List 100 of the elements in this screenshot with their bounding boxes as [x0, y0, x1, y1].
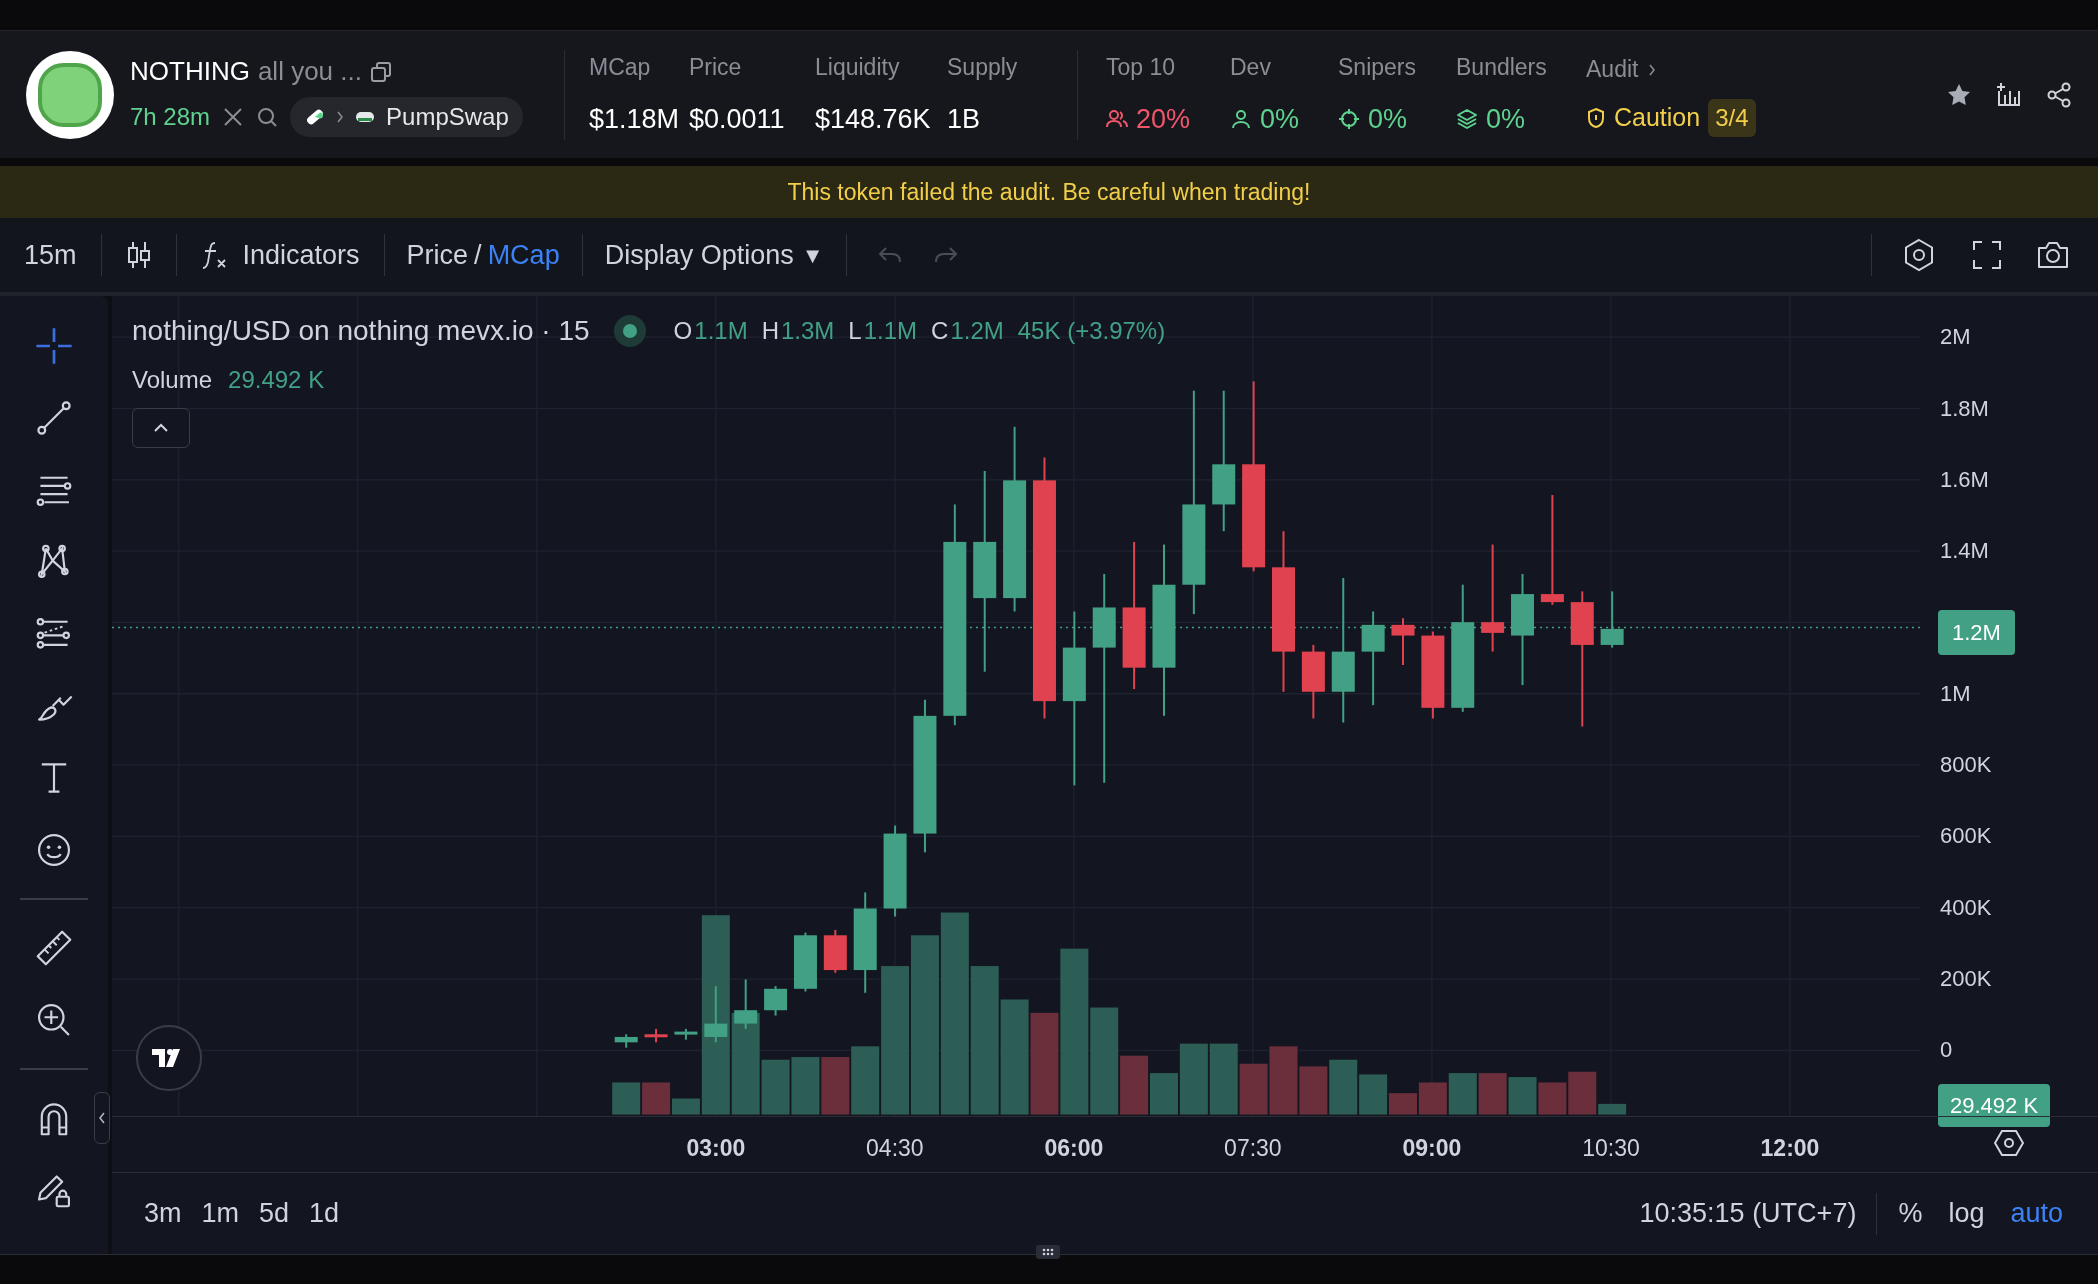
stat-value: 1B	[947, 102, 982, 136]
stat-value: $1.18M	[589, 102, 681, 136]
x-axis-label: 06:00	[1043, 1134, 1105, 1163]
drag-handle-icon[interactable]	[1036, 1245, 1060, 1259]
price-mode-toggle[interactable]: Price	[406, 234, 469, 276]
interval-button[interactable]: 15m	[0, 234, 101, 276]
holder-label: Top 10	[1106, 53, 1177, 82]
bundlers-icon	[1456, 107, 1478, 130]
stat-value: $0.0011	[689, 102, 786, 136]
current-price-badge: 1.2M	[1938, 610, 2015, 655]
volume-bar	[1448, 1073, 1477, 1115]
chevron-up-icon	[153, 423, 169, 433]
price-mode-toggle[interactable]: MCap	[487, 234, 560, 276]
settings-icon[interactable]	[1902, 238, 1936, 272]
x-axis-label: 10:30	[1581, 1134, 1641, 1163]
holder-value: 0%	[1260, 102, 1300, 136]
volume-bar	[1299, 1066, 1328, 1115]
chevron-left-icon	[98, 1111, 106, 1125]
volume-badge: 29.492 K	[1938, 1084, 2051, 1127]
market-status-indicator	[613, 315, 646, 347]
candle	[1600, 590, 1624, 649]
y-axis-label: 1.6M	[1940, 468, 1989, 491]
volume-bar	[791, 1057, 820, 1115]
candle	[734, 978, 758, 1030]
scale-toggle[interactable]: %	[1885, 1193, 1936, 1234]
range-button[interactable]: 3m	[134, 1193, 192, 1234]
volume-label: Volume	[132, 365, 213, 395]
volume-bar	[1329, 1059, 1358, 1115]
ohlc-label: L	[848, 316, 862, 346]
x-axis-label: 03:00	[685, 1134, 747, 1163]
volume-bar	[1478, 1073, 1507, 1115]
candle	[1391, 617, 1415, 666]
candle	[823, 928, 847, 974]
top10-icon	[1106, 107, 1128, 130]
copy-icon[interactable]	[369, 60, 392, 83]
stat-value: $148.76K	[815, 102, 932, 136]
search-icon[interactable]	[256, 106, 279, 128]
y-axis-label: 600K	[1940, 825, 1992, 848]
range-button[interactable]: 5d	[249, 1193, 300, 1234]
settings-icon[interactable]	[1994, 1129, 2024, 1157]
stat-label: Liquidity	[815, 53, 901, 82]
dex-name: PumpSwap	[386, 102, 509, 132]
volume-bar	[1239, 1063, 1268, 1115]
volume-bar	[1508, 1077, 1537, 1115]
range-button[interactable]: 1m	[191, 1193, 250, 1234]
share-icon[interactable]	[2046, 81, 2072, 108]
mode-separator: /	[474, 238, 482, 272]
x-axis-label: 12:00	[1759, 1134, 1821, 1163]
y-axis-label: 200K	[1940, 968, 1992, 990]
x-logo-icon[interactable]	[222, 106, 245, 128]
fullscreen-icon[interactable]	[1972, 240, 2002, 270]
stat-label: Price	[689, 53, 743, 82]
indicators-button[interactable]: Indicators	[176, 234, 384, 276]
x-axis-label: 07:30	[1223, 1134, 1283, 1163]
x-axis-label: 04:30	[865, 1134, 925, 1163]
audit-warning-text: This token failed the audit. Be careful when trading!	[787, 177, 1311, 207]
range-button[interactable]: 1d	[299, 1193, 350, 1234]
candlestick-icon	[125, 240, 152, 270]
dev-icon	[1230, 107, 1252, 130]
stat-label: MCap	[589, 53, 652, 82]
y-axis-label: 1M	[1940, 682, 1971, 705]
audit-label[interactable]: Audit	[1586, 52, 1639, 87]
clock-time: 10:35:15 (UTC+7)	[1639, 1197, 1857, 1231]
holder-label: Snipers	[1338, 53, 1417, 82]
ohlc-label: O	[673, 316, 693, 346]
audit-status: Caution	[1614, 102, 1701, 133]
scale-toggle[interactable]: auto	[1997, 1193, 2076, 1234]
ohlc-value: 1.1M	[694, 316, 748, 346]
volume-bar	[1538, 1082, 1567, 1115]
shield-icon	[1586, 106, 1606, 129]
logo-picture	[38, 62, 102, 127]
trend-line-icon[interactable]	[35, 399, 73, 437]
candle	[704, 985, 728, 1044]
add-chart-icon[interactable]	[1996, 81, 2022, 108]
chevron-right-icon[interactable]	[1648, 62, 1657, 77]
holder-value: 20%	[1136, 102, 1191, 136]
stat-label: Supply	[947, 53, 1019, 82]
collapse-handle[interactable]	[94, 1092, 110, 1144]
candle	[793, 931, 817, 993]
ruler-icon[interactable]	[35, 929, 73, 967]
y-axis-label: 400K	[1940, 896, 1992, 919]
candle	[614, 1033, 638, 1049]
x-axis-label: 09:00	[1401, 1134, 1463, 1163]
y-axis-label: 0	[1940, 1039, 1953, 1062]
ohlc-value: 1.1M	[863, 316, 918, 346]
dex-route-pill[interactable]: PumpSwap	[290, 97, 523, 137]
display-options-dropdown[interactable]: Display Options ▼	[582, 234, 846, 276]
price-change: 45K (+3.97%)	[1017, 316, 1166, 346]
camera-icon[interactable]	[2036, 240, 2070, 270]
volume-bar	[821, 1057, 850, 1115]
holder-label: Bundlers	[1456, 53, 1548, 82]
chart-title: nothing/USD on nothing mevx.io · 15	[132, 314, 590, 348]
token-name: NOTHING	[130, 55, 250, 88]
emoji-icon[interactable]	[35, 831, 73, 869]
token-age: 7h 28m	[130, 102, 211, 132]
y-axis-label: 1.4M	[1940, 540, 1989, 563]
y-axis-label: 1.8M	[1940, 397, 1989, 420]
scale-toggle[interactable]: log	[1935, 1193, 1998, 1234]
chevron-right-icon	[336, 110, 345, 124]
crosshair-icon[interactable]	[35, 327, 73, 365]
